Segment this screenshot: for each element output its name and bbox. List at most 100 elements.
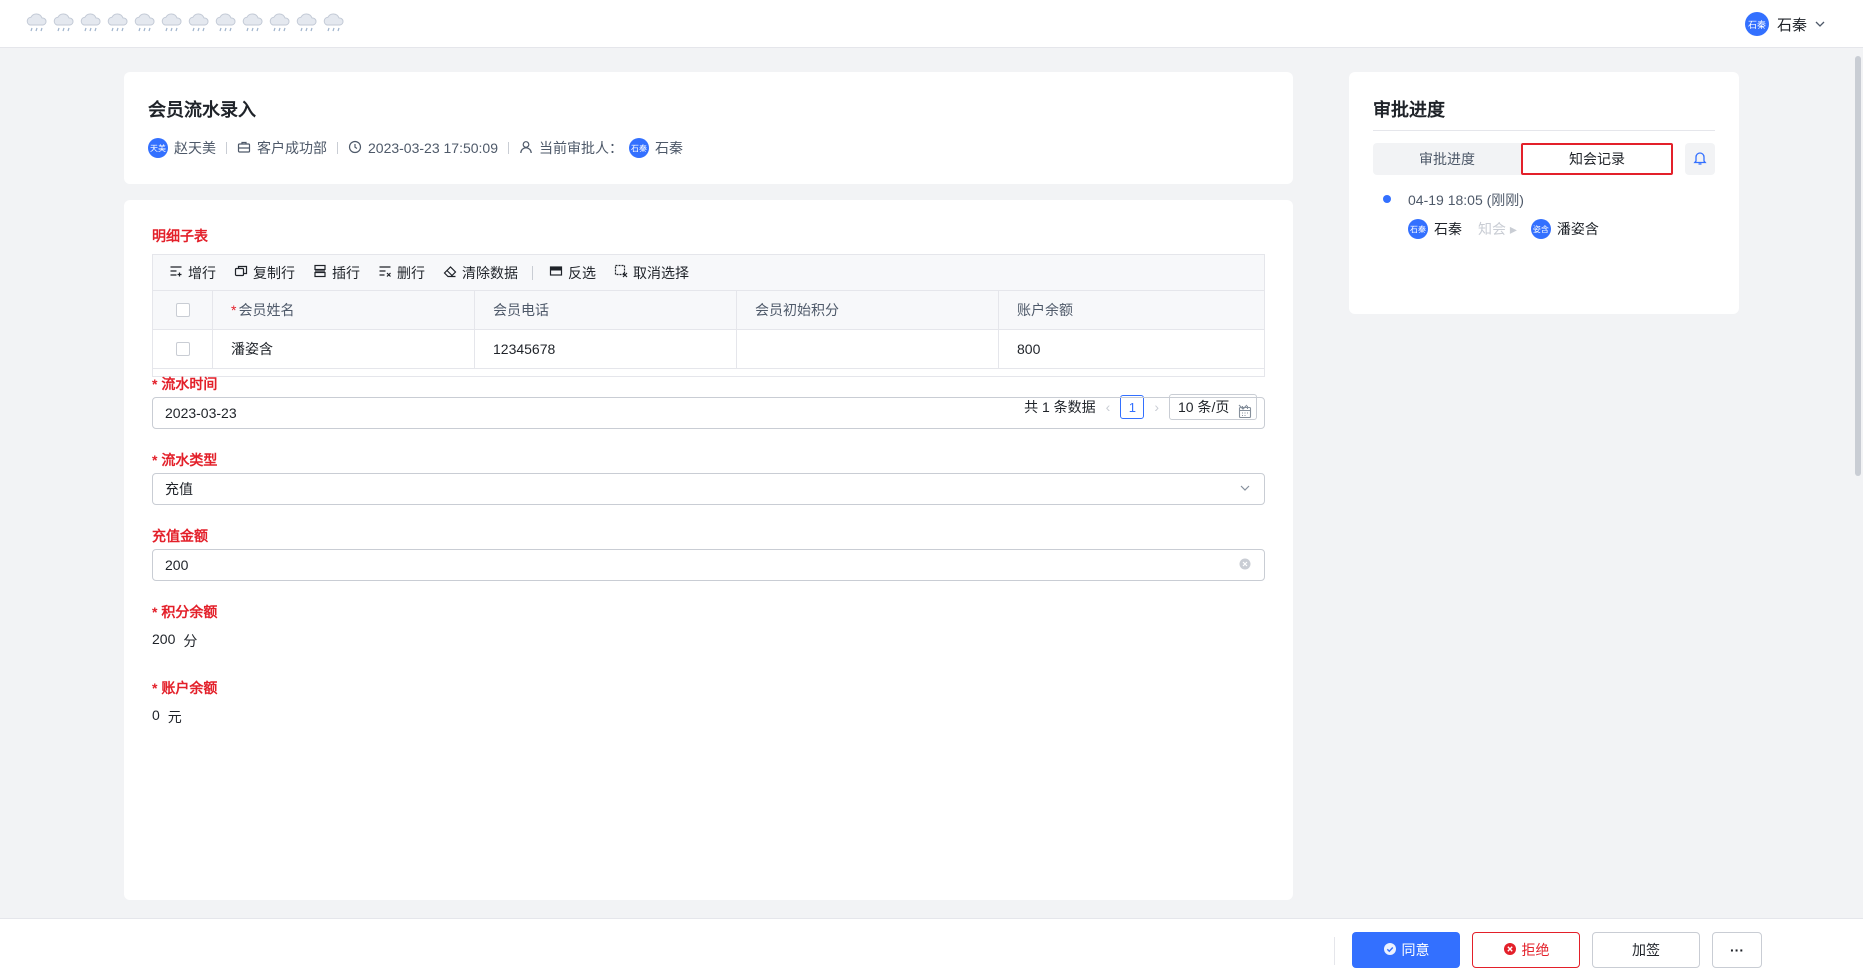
points-balance-label: * 积分余额: [152, 602, 217, 622]
column-header-balance: 账户余额: [999, 291, 1264, 329]
rain-cloud-icon: [321, 12, 347, 34]
tab-cc-record[interactable]: 知会记录: [1521, 143, 1673, 175]
agree-label: 同意: [1401, 942, 1430, 958]
rain-cloud-icon: [78, 12, 104, 34]
label-text: 积分余额: [161, 604, 218, 620]
column-header-initial-points: 会员初始积分: [737, 291, 999, 329]
department: 客户成功部: [237, 138, 327, 158]
copy-row-button[interactable]: 复制行: [234, 263, 295, 283]
action-bar: 同意 拒绝 加签 ···: [0, 918, 1863, 979]
select-all-cell: [153, 291, 213, 329]
add-row-button[interactable]: 增行: [169, 263, 216, 283]
copy-row-label: 复制行: [253, 264, 295, 281]
chevron-down-icon: [1238, 481, 1252, 498]
approval-progress-card: 审批进度 审批进度 知会记录 04-19 18:05 (刚刚) 石秦 石秦 知会…: [1349, 72, 1739, 314]
approver-avatar: 石秦: [629, 138, 649, 158]
recharge-amount-input[interactable]: 200: [152, 549, 1265, 581]
column-label: 会员姓名: [238, 302, 295, 318]
flow-time-value: 2023-03-23: [165, 405, 237, 421]
timeline-action: 知会 ▸: [1478, 219, 1517, 239]
bell-icon: [1692, 150, 1708, 169]
clear-icon[interactable]: [1238, 557, 1252, 574]
rain-cloud-icon: [240, 12, 266, 34]
row-checkbox[interactable]: [175, 342, 190, 356]
add-row-label: 增行: [188, 264, 216, 281]
cell-member-phone[interactable]: 12345678: [475, 330, 737, 368]
cell-initial-points[interactable]: [737, 330, 999, 368]
insert-row-icon: [313, 264, 327, 281]
created-datetime: 2023-03-23 17:50:09: [368, 140, 498, 156]
rain-cloud-icon: [105, 12, 131, 34]
user-name: 石秦: [1776, 16, 1807, 34]
invert-select-icon: [549, 264, 563, 281]
chevron-down-icon: [1815, 16, 1825, 33]
invert-select-button[interactable]: 反选: [549, 263, 596, 283]
required-mark: *: [152, 680, 162, 696]
table-header-row: * 会员姓名 会员电话 会员初始积分 账户余额: [153, 291, 1264, 330]
flow-type-value: 充值: [165, 481, 193, 497]
divider: [226, 142, 227, 154]
user-icon: [519, 140, 533, 157]
cancel-select-button[interactable]: 取消选择: [614, 263, 689, 283]
creator: 天美 赵天美: [148, 138, 216, 158]
toolbar-divider: [532, 265, 533, 280]
scrollbar-thumb[interactable]: [1855, 56, 1861, 476]
rain-cloud-icon: [24, 12, 50, 34]
timeline-dot: [1383, 195, 1391, 203]
form-meta: 天美 赵天美 客户成功部 2023-03-23 17:50:09 当前审批人： …: [148, 138, 683, 158]
insert-row-label: 插行: [332, 264, 360, 281]
to-user-avatar: 姿含: [1530, 219, 1551, 239]
reject-button[interactable]: 拒绝: [1472, 932, 1580, 968]
select-all-checkbox[interactable]: [175, 303, 190, 317]
notify-button[interactable]: [1685, 143, 1715, 175]
label-text: 账户余额: [161, 680, 218, 696]
table-toolbar: 增行 复制行 插行 删行 清除数据 反选 取消选择: [153, 255, 1264, 291]
close-circle-icon: [1503, 942, 1517, 959]
required-mark: *: [152, 452, 162, 468]
cell-balance[interactable]: 800: [999, 330, 1264, 368]
balance-unit: 元: [167, 709, 182, 725]
creator-name: 赵天美: [174, 140, 216, 156]
clock-icon: [348, 140, 362, 157]
required-mark: *: [152, 376, 162, 392]
approval-title: 审批进度: [1373, 100, 1445, 120]
more-actions-button[interactable]: ···: [1712, 932, 1762, 968]
agree-button[interactable]: 同意: [1352, 932, 1460, 968]
flow-time-date-picker[interactable]: 2023-03-23: [152, 397, 1265, 429]
calendar-icon: [1238, 405, 1252, 422]
delete-row-button[interactable]: 删行: [378, 263, 425, 283]
flow-type-select[interactable]: 充值: [152, 473, 1265, 505]
add-row-icon: [169, 264, 183, 281]
creator-avatar: 天美: [148, 138, 168, 158]
label-text: 流水时间: [161, 376, 218, 392]
user-avatar: 石秦: [1744, 12, 1769, 36]
clear-data-button[interactable]: 清除数据: [443, 263, 518, 283]
flow-time-label: * 流水时间: [152, 374, 217, 394]
created-time: 2023-03-23 17:50:09: [348, 140, 498, 157]
points-balance-value: 200 分: [152, 631, 197, 651]
label-text: 流水类型: [161, 452, 218, 468]
flow-type-label: * 流水类型: [152, 450, 217, 470]
check-circle-icon: [1383, 942, 1397, 959]
table-row[interactable]: 潘姿含 12345678 800: [153, 330, 1264, 369]
account-balance-label: * 账户余额: [152, 678, 217, 698]
page-scrollbar[interactable]: [1853, 48, 1863, 928]
rain-cloud-icon: [213, 12, 239, 34]
cell-member-name[interactable]: 潘姿含: [213, 330, 475, 368]
briefcase-icon: [237, 140, 251, 157]
reject-label: 拒绝: [1521, 942, 1550, 958]
rain-cloud-icon: [186, 12, 212, 34]
tab-approval-progress[interactable]: 审批进度: [1373, 143, 1521, 175]
page-title: 会员流水录入: [148, 100, 256, 120]
user-menu[interactable]: 石秦 石秦: [1744, 12, 1825, 36]
add-sign-button[interactable]: 加签: [1592, 932, 1700, 968]
app-logo[interactable]: [24, 12, 347, 34]
recharge-amount-label: 充值金额: [152, 528, 208, 544]
insert-row-button[interactable]: 插行: [313, 263, 360, 283]
from-user-name: 石秦: [1434, 221, 1462, 237]
rain-cloud-icon: [132, 12, 158, 34]
cancel-select-label: 取消选择: [633, 264, 689, 281]
points-value: 200: [152, 631, 176, 647]
required-mark: *: [152, 604, 162, 620]
recharge-amount-value: 200: [165, 557, 189, 573]
